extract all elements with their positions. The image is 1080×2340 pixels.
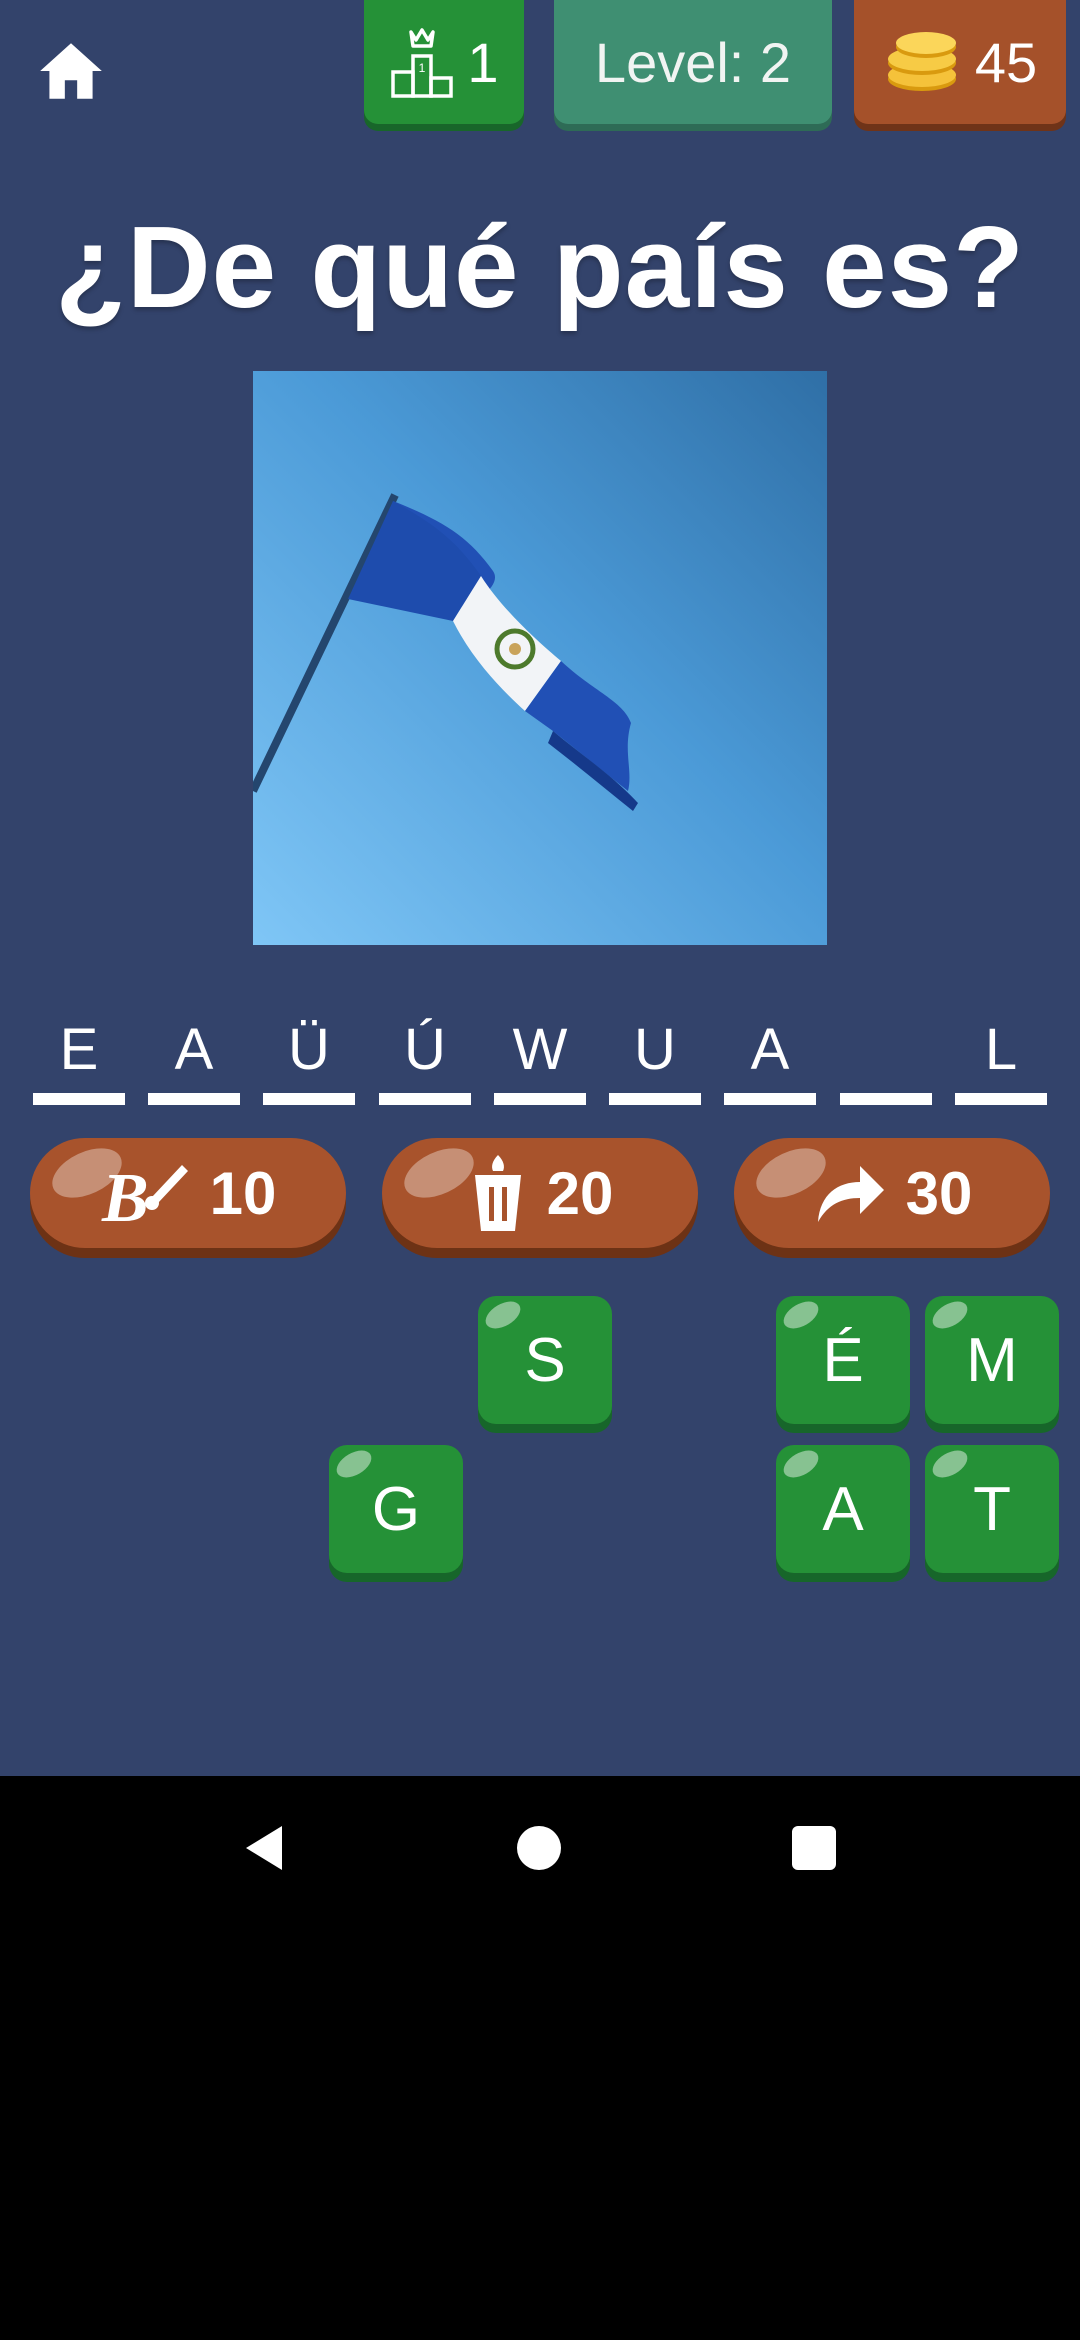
coins-button[interactable]: 45 [854,0,1066,124]
skip-hint-cost: 30 [905,1159,973,1227]
letter-tile[interactable]: M [925,1295,1059,1424]
answer-slot[interactable]: A [724,1015,816,1105]
system-navigation-bar [0,1776,1080,1916]
recents-square-icon[interactable] [786,1820,842,1876]
question-title: ¿De qué país es? [54,202,1026,332]
level-indicator: Level: 2 [554,0,832,124]
ranking-button[interactable]: 1 1 [364,0,524,124]
podium-crown-icon: 1 [391,28,454,98]
tile-letter: É [822,1325,864,1395]
home-circle-icon[interactable] [511,1820,567,1876]
coins-icon [887,32,956,91]
skip-hint-button[interactable]: 30 [734,1138,1050,1248]
answer-slot[interactable]: A [148,1015,240,1105]
answer-slot[interactable]: U [609,1015,701,1105]
home-icon [40,43,102,99]
home-button[interactable] [34,34,108,108]
letter-tile[interactable]: G [329,1444,463,1573]
answer-slot[interactable]: Ü [263,1015,355,1105]
answer-slots: E A Ü Ú W U A L [33,1015,1048,1105]
paint-hint-cost: 10 [209,1159,277,1227]
flag-photo [253,371,827,945]
answer-slot[interactable]: L [955,1015,1047,1105]
tile-letter: T [973,1474,1011,1544]
letter-tile[interactable]: S [478,1295,612,1424]
tile-letter: M [966,1325,1018,1395]
back-icon[interactable] [236,1820,292,1876]
svg-text:1: 1 [419,61,426,75]
tile-letter: A [822,1474,864,1544]
level-text: Level: 2 [594,30,792,94]
coins-value: 45 [974,30,1038,94]
tile-letter: G [371,1474,421,1544]
ranking-value: 1 [467,30,499,94]
answer-slot[interactable]: E [33,1015,125,1105]
letter-tile[interactable]: A [776,1444,910,1573]
trash-bin-icon [474,1155,521,1231]
answer-slot[interactable] [840,1015,932,1105]
answer-slot[interactable]: W [494,1015,586,1105]
delete-hint-button[interactable]: 20 [382,1138,698,1248]
letter-tile[interactable]: É [776,1295,910,1424]
delete-hint-cost: 20 [546,1159,614,1227]
tile-letter: S [524,1325,566,1395]
letter-tile[interactable]: T [925,1444,1059,1573]
game-screen: 1 1 Level: 2 45 ¿De qué país es? E A Ü Ú… [0,0,1080,1776]
paint-hint-button[interactable]: B 10 [30,1138,346,1248]
answer-slot[interactable]: Ú [379,1015,471,1105]
